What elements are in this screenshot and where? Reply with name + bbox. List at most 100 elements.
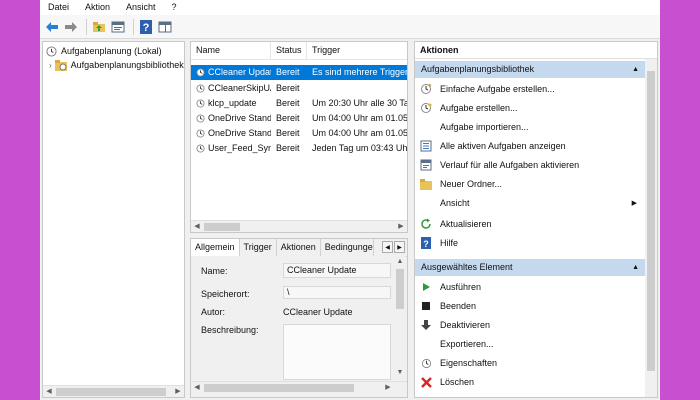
table-row[interactable]: User_Feed_Synchronization Bereit Jeden T… bbox=[191, 141, 407, 156]
action-new-folder[interactable]: Neuer Ordner... bbox=[415, 175, 645, 193]
task-name: CCleanerSkipUAC bbox=[208, 83, 271, 93]
table-row[interactable]: OneDrive Standalone Update Task Bereit U… bbox=[191, 111, 407, 126]
details-horizontal-scrollbar[interactable]: ◀ ▶ bbox=[191, 381, 407, 393]
task-clock-icon bbox=[196, 129, 205, 138]
tab-trigger[interactable]: Trigger bbox=[240, 239, 277, 256]
folder-up-icon[interactable] bbox=[91, 19, 107, 35]
tab-bedingungen[interactable]: Bedingungen bbox=[321, 239, 374, 256]
menu-datei[interactable]: Datei bbox=[40, 0, 77, 15]
name-label: Name: bbox=[201, 266, 228, 276]
properties-icon[interactable] bbox=[110, 19, 126, 35]
action-view[interactable]: Ansicht ▶ bbox=[415, 194, 645, 212]
action-disable[interactable]: Deaktivieren bbox=[415, 316, 645, 334]
task-trigger: Um 04:00 Uhr am 01.05. bbox=[312, 113, 407, 123]
collapse-up-icon[interactable]: ▲ bbox=[632, 259, 639, 276]
scroll-thumb[interactable] bbox=[647, 71, 655, 371]
task-clock-icon bbox=[196, 84, 205, 93]
table-row[interactable]: CCleanerSkipUAC Bereit bbox=[191, 81, 407, 96]
section-header-library[interactable]: Aufgabenplanungsbibliothek ▲ bbox=[415, 61, 645, 78]
action-show-running-tasks[interactable]: Alle aktiven Aufgaben anzeigen bbox=[415, 137, 645, 155]
tree-pane: Aufgabenplanung (Lokal) › Aufgabenplanun… bbox=[42, 41, 185, 398]
disable-icon bbox=[420, 319, 432, 331]
action-create-basic-task[interactable]: Einfache Aufgabe erstellen... bbox=[415, 80, 645, 98]
task-trigger bbox=[307, 81, 407, 96]
description-field[interactable] bbox=[283, 324, 391, 380]
scroll-down-icon[interactable]: ▼ bbox=[395, 369, 405, 377]
location-label: Speicherort: bbox=[201, 289, 250, 299]
column-header-name[interactable]: Name bbox=[191, 42, 271, 59]
actions-pane: Aktionen Aufgabenplanungsbibliothek ▲ Ei… bbox=[414, 41, 658, 398]
task-list-horizontal-scrollbar[interactable]: ◀ ▶ bbox=[191, 220, 407, 232]
action-run[interactable]: Ausführen bbox=[415, 278, 645, 296]
author-label: Autor: bbox=[201, 307, 226, 317]
action-properties[interactable]: Eigenschaften bbox=[415, 354, 645, 372]
task-trigger: Es sind mehrere Trigger definiert. bbox=[312, 67, 407, 77]
section-header-selected[interactable]: Ausgewähltes Element ▲ bbox=[415, 259, 645, 276]
details-general-panel: Name: CCleaner Update Speicherort: \ Aut… bbox=[191, 256, 394, 381]
tab-aktionen[interactable]: Aktionen bbox=[277, 239, 321, 256]
table-row[interactable]: CCleaner Update Bereit Es sind mehrere T… bbox=[191, 65, 407, 80]
help-icon[interactable]: ? bbox=[138, 19, 154, 35]
scroll-right-icon[interactable]: ▶ bbox=[173, 388, 183, 396]
wand-icon bbox=[420, 83, 432, 95]
scroll-left-icon[interactable]: ◀ bbox=[192, 223, 202, 231]
properties-icon bbox=[420, 357, 432, 369]
task-name: klcp_update bbox=[208, 98, 257, 108]
action-export[interactable]: Exportieren... bbox=[415, 335, 645, 353]
action-help[interactable]: ? Hilfe bbox=[415, 234, 645, 252]
menu-ansicht[interactable]: Ansicht bbox=[118, 0, 164, 15]
action-stop[interactable]: Beenden bbox=[415, 297, 645, 315]
folder-icon bbox=[420, 178, 432, 190]
scroll-thumb[interactable] bbox=[396, 269, 404, 309]
tree-root[interactable]: Aufgabenplanung (Lokal) bbox=[43, 44, 162, 58]
task-status: Bereit bbox=[276, 113, 300, 123]
actions-title: Aktionen bbox=[415, 42, 657, 59]
tree-item-label: Aufgabenplanungsbibliothek bbox=[70, 60, 184, 70]
forward-arrow-icon[interactable] bbox=[63, 19, 79, 35]
history-icon bbox=[420, 159, 432, 171]
task-status: Bereit bbox=[276, 67, 300, 77]
action-create-task[interactable]: Aufgabe erstellen... bbox=[415, 99, 645, 117]
tab-scroll-right-icon[interactable]: ▶ bbox=[394, 241, 405, 253]
scroll-right-icon[interactable]: ▶ bbox=[383, 384, 393, 392]
chevron-right-icon[interactable]: › bbox=[49, 61, 52, 70]
section-title: Aufgabenplanungsbibliothek bbox=[421, 64, 535, 74]
scroll-left-icon[interactable]: ◀ bbox=[44, 388, 54, 396]
scroll-left-icon[interactable]: ◀ bbox=[192, 384, 202, 392]
name-field[interactable]: CCleaner Update bbox=[283, 263, 391, 278]
menu-help[interactable]: ? bbox=[164, 0, 185, 15]
column-header-status[interactable]: Status bbox=[271, 42, 307, 59]
menu-aktion[interactable]: Aktion bbox=[77, 0, 118, 15]
scroll-up-icon[interactable]: ▲ bbox=[395, 258, 405, 266]
action-delete[interactable]: Löschen bbox=[415, 373, 645, 391]
tree-horizontal-scrollbar[interactable]: ◀ ▶ bbox=[43, 385, 184, 397]
tree-item-library[interactable]: › Aufgabenplanungsbibliothek bbox=[43, 58, 184, 72]
tab-allgemein[interactable]: Allgemein bbox=[191, 239, 240, 256]
actions-vertical-scrollbar[interactable] bbox=[645, 59, 657, 397]
view-icon[interactable] bbox=[157, 19, 173, 35]
table-row[interactable]: OneDrive Standalone Update Task v2 Berei… bbox=[191, 126, 407, 141]
task-trigger: Jeden Tag um 03:43 Uhr bbox=[312, 143, 407, 153]
action-refresh[interactable]: Aktualisieren bbox=[415, 215, 645, 233]
svg-text:?: ? bbox=[423, 239, 429, 249]
action-import-task[interactable]: Aufgabe importieren... bbox=[415, 118, 645, 136]
task-trigger: Um 20:30 Uhr alle 30 Tage bbox=[312, 98, 407, 108]
column-header-trigger[interactable]: Trigger bbox=[307, 42, 407, 59]
scroll-right-icon[interactable]: ▶ bbox=[396, 223, 406, 231]
location-field[interactable]: \ bbox=[283, 286, 391, 299]
table-row[interactable]: klcp_update Bereit Um 20:30 Uhr alle 30 … bbox=[191, 96, 407, 111]
details-vertical-scrollbar[interactable]: ▲ ▼ bbox=[394, 256, 406, 381]
task-name: User_Feed_Synchronization bbox=[208, 143, 271, 153]
collapse-up-icon[interactable]: ▲ bbox=[632, 61, 639, 78]
scroll-thumb[interactable] bbox=[204, 384, 354, 392]
back-arrow-icon[interactable] bbox=[44, 19, 60, 35]
scroll-thumb[interactable] bbox=[204, 223, 240, 231]
menu-bar: Datei Aktion Ansicht ? bbox=[40, 0, 660, 15]
task-list-pane: Name Status Trigger CCleaner Update Bere… bbox=[190, 41, 408, 233]
scroll-thumb[interactable] bbox=[56, 388, 166, 396]
task-status: Bereit bbox=[276, 83, 300, 93]
task-scheduler-window: Datei Aktion Ansicht ? ? Aufgabenplanung… bbox=[40, 0, 660, 400]
tab-scroll-left-icon[interactable]: ◀ bbox=[382, 241, 393, 253]
task-status: Bereit bbox=[276, 143, 300, 153]
action-enable-history[interactable]: Verlauf für alle Aufgaben aktivieren bbox=[415, 156, 645, 174]
